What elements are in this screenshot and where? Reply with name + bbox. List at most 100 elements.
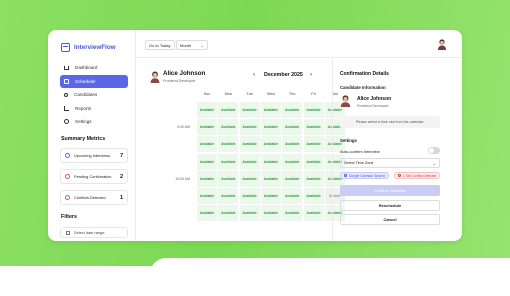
time-slot-cell[interactable]: Available <box>239 119 260 136</box>
time-slot-cell[interactable]: Available <box>282 205 303 222</box>
time-slot-cell[interactable]: Available <box>303 102 324 118</box>
time-slot-cell[interactable]: Available <box>197 188 217 204</box>
time-slot-cell[interactable]: Available <box>239 170 260 187</box>
metric-pending-confirmation[interactable]: Pending Confirmation 2 <box>60 169 128 184</box>
time-slot-cell[interactable]: Available <box>218 188 239 204</box>
time-slot-cell[interactable]: Available <box>239 205 260 222</box>
candidate-avatar <box>340 95 351 107</box>
time-slot-cell[interactable]: Available <box>260 188 281 204</box>
people-icon <box>64 92 68 97</box>
time-slot-cell[interactable]: Available <box>260 102 281 118</box>
sidebar-item-dashboard[interactable]: Dashboard <box>60 61 128 74</box>
time-slot-cell[interactable]: Available <box>239 102 260 118</box>
sidebar-item-settings[interactable]: Settings <box>60 115 128 128</box>
time-slot-cell[interactable]: Available <box>197 136 217 153</box>
time-slot-cell[interactable]: Available <box>260 170 281 187</box>
time-slot-cell[interactable]: Available <box>303 153 324 170</box>
day-header: Fri <box>311 92 316 96</box>
time-slot-cell[interactable]: Available <box>303 205 324 222</box>
time-slot-cell[interactable]: Available <box>282 102 303 118</box>
metric-conflicts-detected[interactable]: Conflicts Detected 1 <box>60 190 128 205</box>
alert-icon <box>65 195 70 200</box>
app-logo[interactable]: InterviewFlow <box>61 43 116 52</box>
time-slot-cell[interactable]: Available <box>239 188 260 204</box>
calendar-icon <box>66 230 70 235</box>
sidebar-item-label: Reports <box>75 105 92 111</box>
gear-icon <box>64 119 69 124</box>
metric-upcoming-interviews[interactable]: Upcoming Interviews 7 <box>60 148 128 163</box>
home-icon <box>64 66 69 70</box>
logo-icon <box>61 43 70 52</box>
time-slot-cell[interactable]: Available <box>218 170 239 187</box>
sidebar-item-candidates[interactable]: Candidates <box>60 88 128 101</box>
time-slot-cell[interactable]: Available <box>239 153 260 170</box>
time-slot-cell[interactable]: Available <box>197 102 217 118</box>
time-slot-cell[interactable]: Available <box>260 136 281 153</box>
sidebar: InterviewFlow Dashboard Scheduler Candid… <box>48 30 136 241</box>
date-range-input[interactable]: Select date range <box>60 227 128 238</box>
cancel-button[interactable]: Cancel <box>340 214 440 225</box>
sidebar-item-reports[interactable]: Reports <box>60 102 128 115</box>
filters-title: Filters <box>61 214 77 220</box>
time-slot-cell[interactable]: Available <box>260 153 281 170</box>
time-slot-cell[interactable]: Available <box>260 119 281 136</box>
view-select[interactable]: Month ⌄ <box>176 40 208 50</box>
time-label: 10:00 AM <box>175 176 190 181</box>
sidebar-item-label: Dashboard <box>75 65 98 70</box>
chevron-right-icon[interactable]: › <box>310 72 312 78</box>
reschedule-button[interactable]: Reschedule <box>340 200 440 211</box>
calendar-main: Alice Johnson Frontend Developer ‹ Decem… <box>136 58 345 241</box>
interviewer-role: Frontend Developer <box>163 79 196 83</box>
confirm-schedule-button[interactable]: Confirm Schedule <box>340 185 440 196</box>
candidate-name: Alice Johnson <box>357 96 392 102</box>
metric-value: 7 <box>119 152 123 159</box>
time-slot-cell[interactable]: Available <box>282 170 303 187</box>
interviewer-name: Alice Johnson <box>163 70 206 77</box>
time-slot-cell[interactable]: Available <box>218 153 239 170</box>
view-select-value: Month <box>180 42 192 48</box>
time-slot-cell[interactable]: Available <box>282 136 303 153</box>
time-slot-cell[interactable]: Available <box>197 153 217 170</box>
day-header: Tue <box>246 92 253 96</box>
time-slot-cell[interactable]: Available <box>282 188 303 204</box>
auto-confirm-toggle[interactable] <box>428 147 440 154</box>
time-slot-cell[interactable]: Available <box>303 119 324 136</box>
app-window: InterviewFlow Dashboard Scheduler Candid… <box>48 30 462 241</box>
panel-title: Confirmation Details <box>340 71 389 77</box>
time-slot-cell[interactable]: Available <box>197 205 217 222</box>
user-avatar[interactable] <box>437 39 447 50</box>
time-slot-cell[interactable]: Available <box>282 119 303 136</box>
time-slot-cell[interactable]: Available <box>197 170 217 187</box>
month-label: December 2025 <box>264 72 303 78</box>
settings-title: Settings <box>340 138 357 143</box>
clock-icon <box>65 174 70 179</box>
time-slot-cell[interactable]: Available <box>218 102 239 118</box>
time-slot-cell[interactable]: Available <box>218 119 239 136</box>
top-toolbar: Go to Today Month ⌄ <box>136 30 462 58</box>
day-header: Wed <box>267 92 275 96</box>
check-icon <box>344 174 347 177</box>
time-slot-cell[interactable]: Available <box>303 188 324 204</box>
time-slot-cell[interactable]: Available <box>282 153 303 170</box>
select-slot-hint: Please select a time slot from the calen… <box>340 116 440 128</box>
time-slot-cell[interactable]: Available <box>303 170 324 187</box>
timezone-select[interactable]: Select Time Zone ⌄ <box>340 158 440 168</box>
sidebar-item-scheduler[interactable]: Scheduler <box>60 74 128 88</box>
sidebar-item-label: Candidates <box>74 92 98 97</box>
auto-confirm-label: Auto-confirm Interview <box>340 149 380 154</box>
calendar-sync-badge: Google Calendar Synced <box>340 172 389 179</box>
date-range-placeholder: Select date range <box>74 230 105 235</box>
time-slot-cell[interactable]: Available <box>260 205 281 222</box>
day-header: Thu <box>288 92 296 96</box>
metrics-title: Summary Metrics <box>61 136 106 142</box>
time-slot-cell[interactable]: Available <box>303 136 324 153</box>
time-slot-cell[interactable]: Available <box>218 205 239 222</box>
time-slot-cell[interactable]: Available <box>218 136 239 153</box>
time-slot-cell[interactable]: Available <box>239 136 260 153</box>
interviewer-avatar <box>150 71 160 83</box>
chevron-down-icon: ⌄ <box>200 42 204 48</box>
time-slot-cell[interactable]: Available <box>197 119 217 136</box>
go-to-today-button[interactable]: Go to Today <box>145 40 175 50</box>
conflict-badge: 1 Slot Conflict Detected <box>394 172 441 179</box>
chevron-left-icon[interactable]: ‹ <box>253 72 255 78</box>
